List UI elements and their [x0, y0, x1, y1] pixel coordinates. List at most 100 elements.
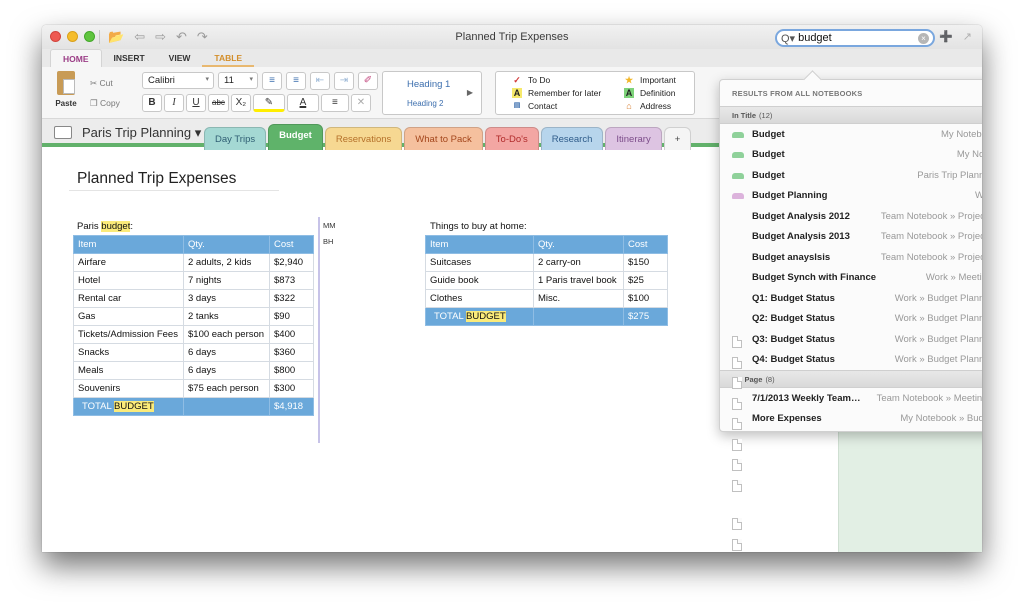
tag-contact[interactable]: ▤ Contact [512, 101, 558, 111]
search-result-item[interactable]: Q1: Budget Status Work » Budget Planning [720, 288, 982, 431]
table-cell[interactable]: Guide book [425, 271, 534, 290]
tag-remember-for-later[interactable]: A Remember for later [512, 88, 601, 98]
search-result-item[interactable]: Budget My Notebook [720, 124, 982, 145]
section-tab-to-do-s[interactable]: To-Do's [484, 127, 539, 150]
tag-definition[interactable]: A Definition [624, 88, 675, 98]
tab-table[interactable]: TABLE [202, 49, 255, 67]
bold-button[interactable]: B [142, 94, 162, 112]
table-row[interactable]: Gas 2 tanks $90 [73, 307, 314, 326]
table-cell[interactable]: $25 [623, 271, 668, 290]
search-result-item[interactable]: 7/1/2013 Weekly Team… Team Notebook » Mee… [720, 388, 982, 531]
underline-button[interactable]: U [186, 94, 206, 112]
tag-important[interactable]: ★ Important [624, 75, 676, 85]
table-cell[interactable]: $2,940 [269, 253, 314, 272]
clear-formatting-button[interactable]: ✐ [358, 72, 378, 90]
table-cell[interactable]: Souvenirs [73, 379, 184, 398]
table-cell[interactable]: 6 days [183, 361, 270, 380]
tag-address[interactable]: ⌂ Address [624, 101, 671, 111]
table-cell[interactable]: $90 [269, 307, 314, 326]
share-icon[interactable]: ➕ [939, 30, 953, 43]
table-cell[interactable]: 3 days [183, 289, 270, 308]
total-label-cell[interactable]: TOTAL BUDGET [73, 397, 184, 416]
italic-button[interactable]: I [164, 94, 184, 112]
home-table-caption[interactable]: Things to buy at home: [430, 221, 527, 232]
search-result-item[interactable]: Q3: Budget Status Work » Budget Planning [720, 329, 982, 472]
table-cell[interactable]: Hotel [73, 271, 184, 290]
table-cell[interactable]: Clothes [425, 289, 534, 308]
search-result-item[interactable]: Budget Planning Work [720, 186, 982, 207]
subscript-button[interactable]: X₂ [230, 94, 251, 112]
bullets-button[interactable]: ≡ [262, 72, 282, 90]
page-title[interactable]: Planned Trip Expenses [77, 170, 236, 188]
section-tab-reservations[interactable]: Reservations [324, 127, 403, 150]
table-cell[interactable]: $150 [623, 253, 668, 272]
table-cell[interactable]: $100 [623, 289, 668, 308]
home-budget-table[interactable]: Item Qty. Cost Suitcases 2 carry-on $150 Guide… [425, 235, 668, 326]
table-cell[interactable]: 2 adults, 2 kids [183, 253, 270, 272]
paris-budget-table[interactable]: Item Qty. Cost Airfare 2 adults, 2 kids $2,94… [73, 235, 314, 416]
table-cell[interactable]: $400 [269, 325, 314, 344]
table-cell[interactable]: 2 carry-on [533, 253, 624, 272]
table-cell[interactable]: $873 [269, 271, 314, 290]
table-cell[interactable] [533, 307, 624, 326]
tab-home[interactable]: HOME [50, 49, 102, 67]
table-cell[interactable]: $100 each person [183, 325, 270, 344]
decrease-indent-button[interactable]: ⇤ [310, 72, 330, 90]
table-cell[interactable]: $360 [269, 343, 314, 362]
table-row[interactable]: Souvenirs $75 each person $300 [73, 379, 314, 398]
table-cell[interactable]: Gas [73, 307, 184, 326]
table-cell[interactable]: Airfare [73, 253, 184, 272]
section-tab-what-to-pack[interactable]: What to Pack [404, 127, 483, 150]
delete-button[interactable]: ✕ [350, 94, 371, 112]
numbering-button[interactable]: ≡ [286, 72, 306, 90]
search-input[interactable]: Q▾ budget × [775, 29, 935, 47]
table-row[interactable]: Guide book 1 Paris travel book $25 [425, 271, 668, 290]
table-row[interactable]: Snacks 6 days $360 [73, 343, 314, 362]
search-result-item[interactable]: Budget Paris Trip Planning [720, 165, 982, 186]
style-heading-1[interactable]: Heading 1 [407, 79, 450, 90]
section-tab-itinerary[interactable]: Itinerary [605, 127, 662, 150]
table-cell[interactable]: Rental car [73, 289, 184, 308]
styles-gallery[interactable]: Heading 1 Heading 2 ▶ [382, 71, 482, 115]
table-row[interactable]: Clothes Misc. $100 [425, 289, 668, 308]
table-cell[interactable]: 6 days [183, 343, 270, 362]
search-result-item[interactable]: Budget anayslsis Team Notebook » Project… [720, 247, 982, 390]
section-tab-research[interactable]: Research [540, 127, 604, 150]
table-cell[interactable]: Misc. [533, 289, 624, 308]
search-result-item[interactable]: Budget My Notes [720, 145, 982, 166]
search-icon[interactable]: Q▾ [781, 32, 795, 45]
align-button[interactable]: ≡ [320, 94, 349, 112]
tab-view[interactable]: VIEW [157, 49, 203, 67]
total-value[interactable]: $4,918 [269, 397, 314, 416]
search-result-item[interactable]: Q2: Budget Status Work » Budget Planning [720, 309, 982, 451]
search-result-item[interactable]: Budget Synch with Finance Work » Meetings [720, 268, 982, 410]
table-row[interactable]: Tickets/Admission Fees $100 each person $4… [73, 325, 314, 344]
font-name-select[interactable]: Calibri ▾ [142, 72, 214, 89]
section-tab-budget[interactable]: Budget [268, 124, 323, 150]
table-row[interactable]: Meals 6 days $800 [73, 361, 314, 380]
search-query[interactable]: budget [798, 32, 832, 44]
table-cell[interactable]: 1 Paris travel book [533, 271, 624, 290]
search-result-item[interactable]: Budget Analysis 2013 Team Notebook » Proj… [720, 227, 982, 369]
tag-to-do[interactable]: ✓ To Do [512, 75, 550, 85]
table-cell[interactable]: Tickets/Admission Fees [73, 325, 184, 344]
table-row[interactable]: Rental car 3 days $322 [73, 289, 314, 308]
notebook-name[interactable]: Paris Trip Planning ▾ [82, 125, 201, 141]
style-heading-2[interactable]: Heading 2 [407, 99, 443, 108]
paris-table-caption[interactable]: Paris budget: [77, 221, 133, 232]
fullscreen-icon[interactable]: ↗ [963, 30, 972, 43]
increase-indent-button[interactable]: ⇥ [334, 72, 354, 90]
table-row[interactable]: Hotel 7 nights $873 [73, 271, 314, 290]
table-cell[interactable]: Snacks [73, 343, 184, 362]
highlight-color-button[interactable]: ✎ [252, 94, 285, 112]
table-row[interactable]: Airfare 2 adults, 2 kids $2,940 [73, 253, 314, 272]
table-cell[interactable]: Suitcases [425, 253, 534, 272]
add-section-button[interactable]: + [663, 127, 692, 150]
total-row[interactable]: TOTAL BUDGET $275 [425, 307, 668, 326]
section-tab-day-trips[interactable]: Day Trips [204, 127, 267, 150]
strikethrough-button[interactable]: abc [208, 94, 229, 112]
table-cell[interactable]: $322 [269, 289, 314, 308]
copy-button[interactable]: ❐ Copy [90, 93, 120, 113]
table-cell[interactable]: $75 each person [183, 379, 270, 398]
clear-search-icon[interactable]: × [918, 33, 929, 44]
